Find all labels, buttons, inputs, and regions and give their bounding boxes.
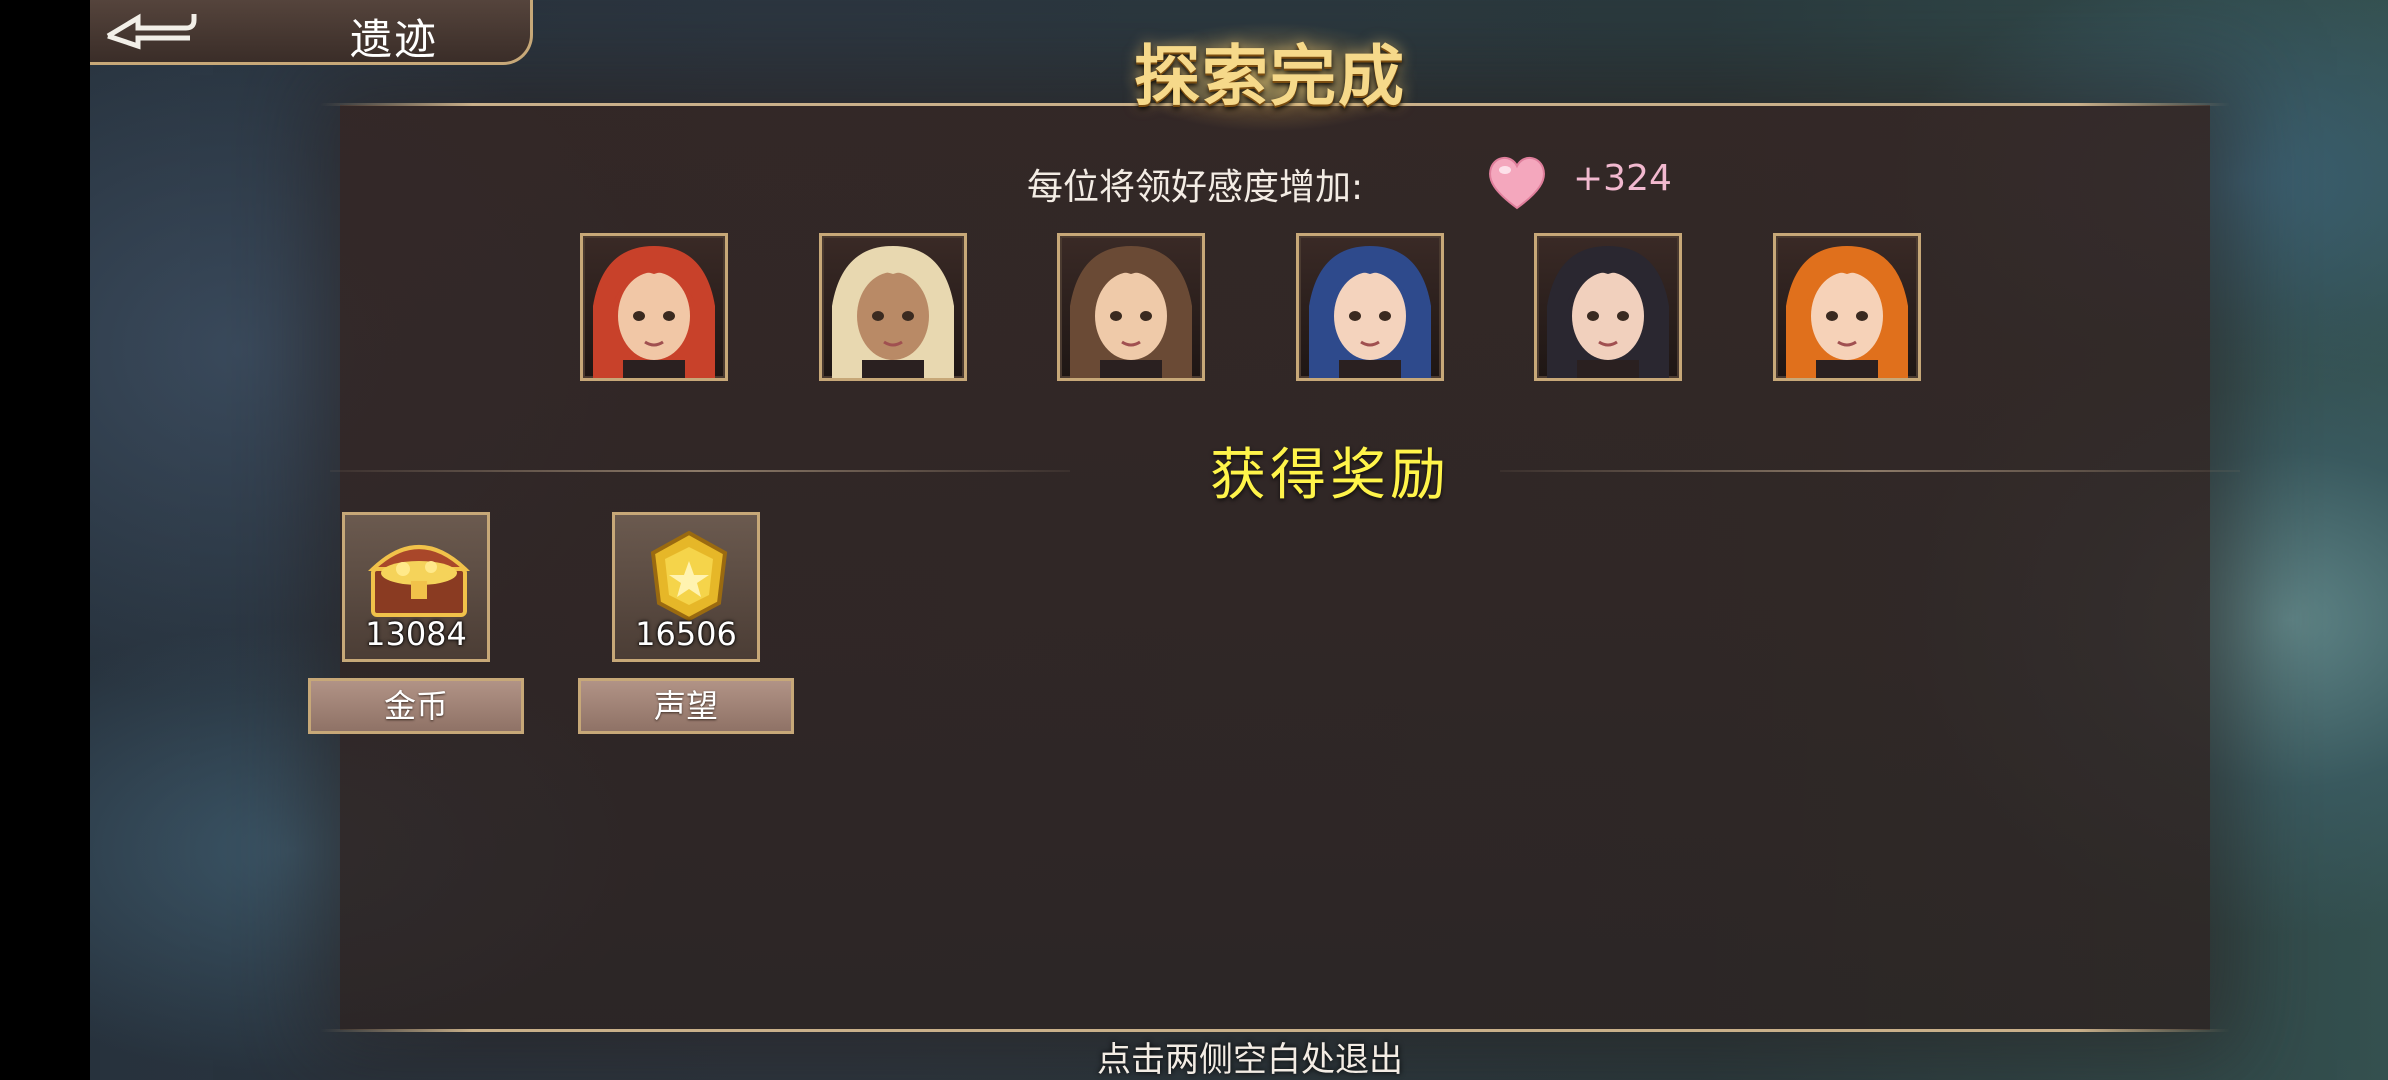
hero-face-icon: [832, 246, 954, 378]
hero-face-icon: [1786, 246, 1908, 378]
reward-amount: 16506: [635, 615, 737, 653]
treasure-chest-icon: [368, 545, 470, 617]
hero-portrait-6[interactable]: [1773, 233, 1921, 381]
header-tab: 遗迹: [90, 0, 533, 65]
hero-face-icon: [1309, 246, 1431, 378]
section-divider-left: [330, 470, 1070, 472]
hero-face-icon: [593, 246, 715, 378]
hero-portrait-2[interactable]: [819, 233, 967, 381]
hero-portrait-5[interactable]: [1534, 233, 1682, 381]
reward-label-gold[interactable]: 金币: [308, 678, 524, 734]
reward-label-prestige[interactable]: 声望: [578, 678, 794, 734]
reward-amount: 13084: [365, 615, 467, 653]
hero-face-icon: [1070, 246, 1192, 378]
affinity-label: 每位将领好感度增加:: [1027, 167, 1364, 208]
exit-hint: 点击两侧空白处退出: [1097, 1040, 1403, 1080]
exploration-complete-banner: 探索完成: [1040, 22, 1500, 132]
section-divider-right: [1500, 470, 2240, 472]
game-screen[interactable]: 遗迹 探索完成 每位将领好感度增加: +324 获得奖励 13084 金币 16…: [90, 0, 2388, 1080]
page-title: 遗迹: [350, 15, 439, 64]
hero-portrait-1[interactable]: [580, 233, 728, 381]
back-arrow-icon[interactable]: [98, 6, 198, 50]
reward-card-gold[interactable]: 13084: [342, 512, 490, 662]
affinity-value: +324: [1573, 158, 1672, 199]
reward-card-prestige[interactable]: 16506: [612, 512, 760, 662]
rewards-title: 获得奖励: [1210, 443, 1450, 508]
gold-badge-icon: [650, 530, 728, 622]
banner-title: 探索完成: [1134, 38, 1406, 115]
hero-portrait-3[interactable]: [1057, 233, 1205, 381]
hero-portrait-4[interactable]: [1296, 233, 1444, 381]
hero-face-icon: [1547, 246, 1669, 378]
heart-icon: [1489, 157, 1545, 210]
